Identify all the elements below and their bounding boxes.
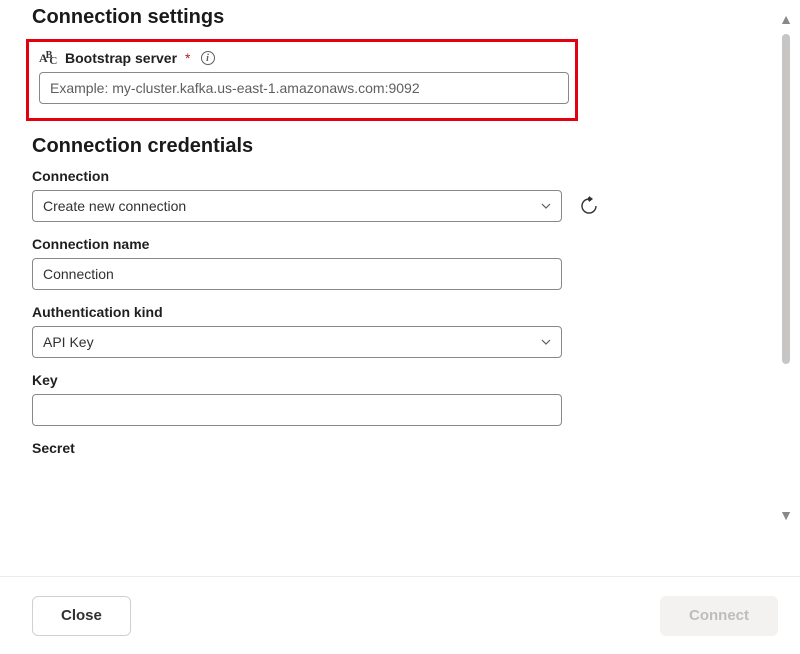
connection-settings-heading: Connection settings xyxy=(32,6,768,29)
required-asterisk: * xyxy=(185,50,190,66)
connection-name-input[interactable] xyxy=(32,258,562,290)
secret-field: Secret xyxy=(32,440,768,456)
connection-credentials-heading: Connection credentials xyxy=(32,135,768,158)
close-button[interactable]: Close xyxy=(32,596,131,636)
refresh-icon xyxy=(579,196,599,216)
auth-kind-label: Authentication kind xyxy=(32,304,768,320)
dialog-footer: Close Connect xyxy=(0,576,800,654)
refresh-connections-button[interactable] xyxy=(576,193,602,219)
bootstrap-label: Bootstrap server xyxy=(65,50,177,66)
connection-dropdown[interactable]: Create new connection xyxy=(32,190,562,222)
bootstrap-label-row: ABC Bootstrap server * i xyxy=(39,50,565,66)
scrollbar-thumb[interactable] xyxy=(782,34,790,364)
key-label: Key xyxy=(32,372,768,388)
info-icon[interactable]: i xyxy=(201,51,215,65)
secret-label: Secret xyxy=(32,440,768,456)
text-field-type-icon: ABC xyxy=(39,51,59,66)
scroll-up-arrow-icon[interactable]: ▲ xyxy=(777,10,795,28)
bootstrap-highlight: ABC Bootstrap server * i xyxy=(26,39,578,121)
auth-kind-field: Authentication kind API Key xyxy=(32,304,768,358)
scroll-down-arrow-icon[interactable]: ▼ xyxy=(777,506,795,524)
connection-name-label: Connection name xyxy=(32,236,768,252)
settings-panel: Connection settings ABC Bootstrap server… xyxy=(0,0,800,540)
connection-label: Connection xyxy=(32,168,768,184)
bootstrap-server-input[interactable] xyxy=(39,72,569,104)
key-field: Key xyxy=(32,372,768,426)
connection-field: Connection Create new connection xyxy=(32,168,768,222)
auth-kind-dropdown[interactable]: API Key xyxy=(32,326,562,358)
connect-button[interactable]: Connect xyxy=(660,596,778,636)
key-input[interactable] xyxy=(32,394,562,426)
connection-name-field: Connection name xyxy=(32,236,768,290)
scrollbar[interactable]: ▲ ▼ xyxy=(776,10,796,524)
